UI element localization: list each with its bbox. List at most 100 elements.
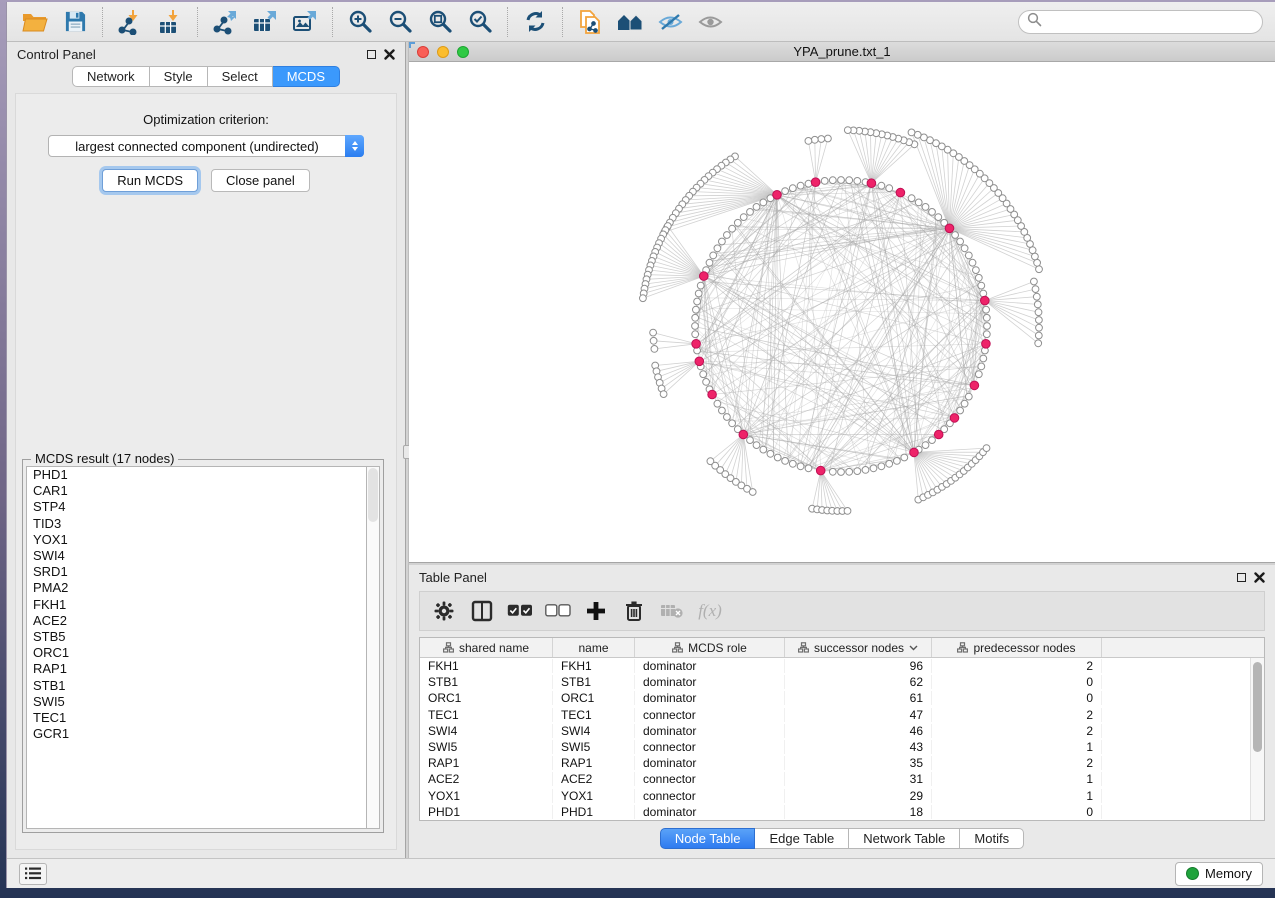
optimization-value: largest connected component (undirected) — [49, 139, 345, 154]
table-cell: 2 — [932, 708, 1102, 722]
network-canvas[interactable] — [409, 62, 1275, 562]
zoom-in-button[interactable] — [340, 5, 380, 39]
hide-selected-button[interactable] — [650, 5, 690, 39]
table-cell: PHD1 — [420, 805, 553, 819]
table-cell: YOX1 — [553, 789, 635, 803]
tab-edge-table[interactable]: Edge Table — [755, 828, 849, 849]
zoom-selected-button[interactable] — [460, 5, 500, 39]
list-item[interactable]: CAR1 — [27, 483, 366, 499]
save-session-button[interactable] — [55, 5, 95, 39]
tab-mcds[interactable]: MCDS — [273, 66, 340, 87]
export-table-button[interactable] — [245, 5, 285, 39]
list-item[interactable]: GCR1 — [27, 726, 366, 742]
open-file-button[interactable] — [15, 5, 55, 39]
mcds-list-scrollbar[interactable] — [366, 466, 380, 829]
copy-network-button[interactable] — [570, 5, 610, 39]
list-item[interactable]: STB5 — [27, 629, 366, 645]
list-item[interactable]: SWI4 — [27, 548, 366, 564]
close-panel-button[interactable]: Close panel — [211, 169, 310, 192]
list-item[interactable]: STB1 — [27, 678, 366, 694]
list-item[interactable]: SRD1 — [27, 564, 366, 580]
zoom-out-button[interactable] — [380, 5, 420, 39]
list-item[interactable]: STP4 — [27, 499, 366, 515]
table-row[interactable]: RAP1RAP1dominator352 — [420, 755, 1250, 771]
table-row[interactable]: FKH1FKH1dominator962 — [420, 658, 1250, 674]
table-cell: dominator — [635, 756, 785, 770]
export-network-button[interactable] — [205, 5, 245, 39]
task-history-button[interactable] — [19, 863, 47, 885]
column-header-shared-name[interactable]: shared name — [420, 638, 553, 657]
tab-style[interactable]: Style — [150, 66, 208, 87]
float-table-panel-icon[interactable] — [1237, 573, 1246, 582]
table-row[interactable]: STB1STB1dominator620 — [420, 674, 1250, 690]
refresh-view-button[interactable] — [515, 5, 555, 39]
close-table-panel-icon[interactable] — [1254, 572, 1265, 583]
focus-corner — [409, 42, 415, 48]
column-header-mcds-role[interactable]: MCDS role — [635, 638, 785, 657]
close-panel-icon[interactable] — [384, 49, 395, 60]
list-item[interactable]: TID3 — [27, 516, 366, 532]
table-row[interactable]: TEC1TEC1connector472 — [420, 707, 1250, 723]
show-all-button[interactable] — [690, 5, 730, 39]
table-row[interactable]: SWI4SWI4dominator462 — [420, 723, 1250, 739]
table-row[interactable]: SWI5SWI5connector431 — [420, 739, 1250, 755]
table-row[interactable]: ACE2ACE2connector311 — [420, 771, 1250, 787]
app-window: Control Panel Network Style Select MCDS … — [6, 2, 1275, 888]
memory-status-icon — [1186, 867, 1199, 880]
mcds-result-list[interactable]: PHD1CAR1STP4TID3YOX1SWI4SRD1PMA2FKH1ACE2… — [26, 466, 366, 829]
deselect-all-checkboxes-icon[interactable] — [542, 595, 574, 627]
export-image-button[interactable] — [285, 5, 325, 39]
table-cell: 35 — [785, 756, 932, 770]
table-cell: ORC1 — [420, 691, 553, 705]
table-cell: FKH1 — [420, 659, 553, 673]
zoom-fit-button[interactable] — [420, 5, 460, 39]
list-item[interactable]: PHD1 — [27, 467, 366, 483]
list-item[interactable]: RAP1 — [27, 661, 366, 677]
table-cell: 2 — [932, 659, 1102, 673]
list-item[interactable]: PMA2 — [27, 580, 366, 596]
window-maximize-button[interactable] — [457, 46, 469, 58]
table-row[interactable]: PHD1PHD1dominator180 — [420, 804, 1250, 820]
table-cell: 0 — [932, 675, 1102, 689]
float-panel-icon[interactable] — [367, 50, 376, 59]
table-cell: 43 — [785, 740, 932, 754]
toolbar-separator — [197, 7, 198, 37]
run-mcds-button[interactable]: Run MCDS — [102, 169, 198, 192]
tab-network-table[interactable]: Network Table — [849, 828, 960, 849]
import-table-button[interactable] — [150, 5, 190, 39]
memory-button[interactable]: Memory — [1175, 862, 1263, 886]
column-settings-gear-icon[interactable] — [428, 595, 460, 627]
column-header-successor-nodes[interactable]: successor nodes — [785, 638, 932, 657]
tab-node-table[interactable]: Node Table — [660, 828, 756, 849]
window-close-button[interactable] — [417, 46, 429, 58]
table-cell: YOX1 — [420, 789, 553, 803]
table-scrollbar[interactable] — [1250, 658, 1264, 820]
tab-select[interactable]: Select — [208, 66, 273, 87]
table-cell: 62 — [785, 675, 932, 689]
control-panel-title: Control Panel — [17, 47, 96, 62]
search-input[interactable] — [1042, 15, 1254, 29]
table-cell: 1 — [932, 789, 1102, 803]
show-columns-icon[interactable] — [466, 595, 498, 627]
import-network-button[interactable] — [110, 5, 150, 39]
table-row[interactable]: ORC1ORC1dominator610 — [420, 690, 1250, 706]
table-cell: 2 — [932, 724, 1102, 738]
optimization-select[interactable]: largest connected component (undirected) — [48, 135, 364, 157]
list-item[interactable]: SWI5 — [27, 694, 366, 710]
tab-motifs[interactable]: Motifs — [960, 828, 1024, 849]
tab-network[interactable]: Network — [72, 66, 150, 87]
list-item[interactable]: YOX1 — [27, 532, 366, 548]
list-item[interactable]: ACE2 — [27, 613, 366, 629]
delete-column-icon[interactable] — [618, 595, 650, 627]
table-cell: connector — [635, 740, 785, 754]
list-item[interactable]: FKH1 — [27, 597, 366, 613]
add-column-icon[interactable] — [580, 595, 612, 627]
column-header-name[interactable]: name — [553, 638, 635, 657]
window-minimize-button[interactable] — [437, 46, 449, 58]
select-all-checkboxes-icon[interactable] — [504, 595, 536, 627]
column-header-predecessor-nodes[interactable]: predecessor nodes — [932, 638, 1102, 657]
first-neighbors-button[interactable] — [610, 5, 650, 39]
list-item[interactable]: TEC1 — [27, 710, 366, 726]
list-item[interactable]: ORC1 — [27, 645, 366, 661]
table-row[interactable]: YOX1YOX1connector291 — [420, 788, 1250, 804]
